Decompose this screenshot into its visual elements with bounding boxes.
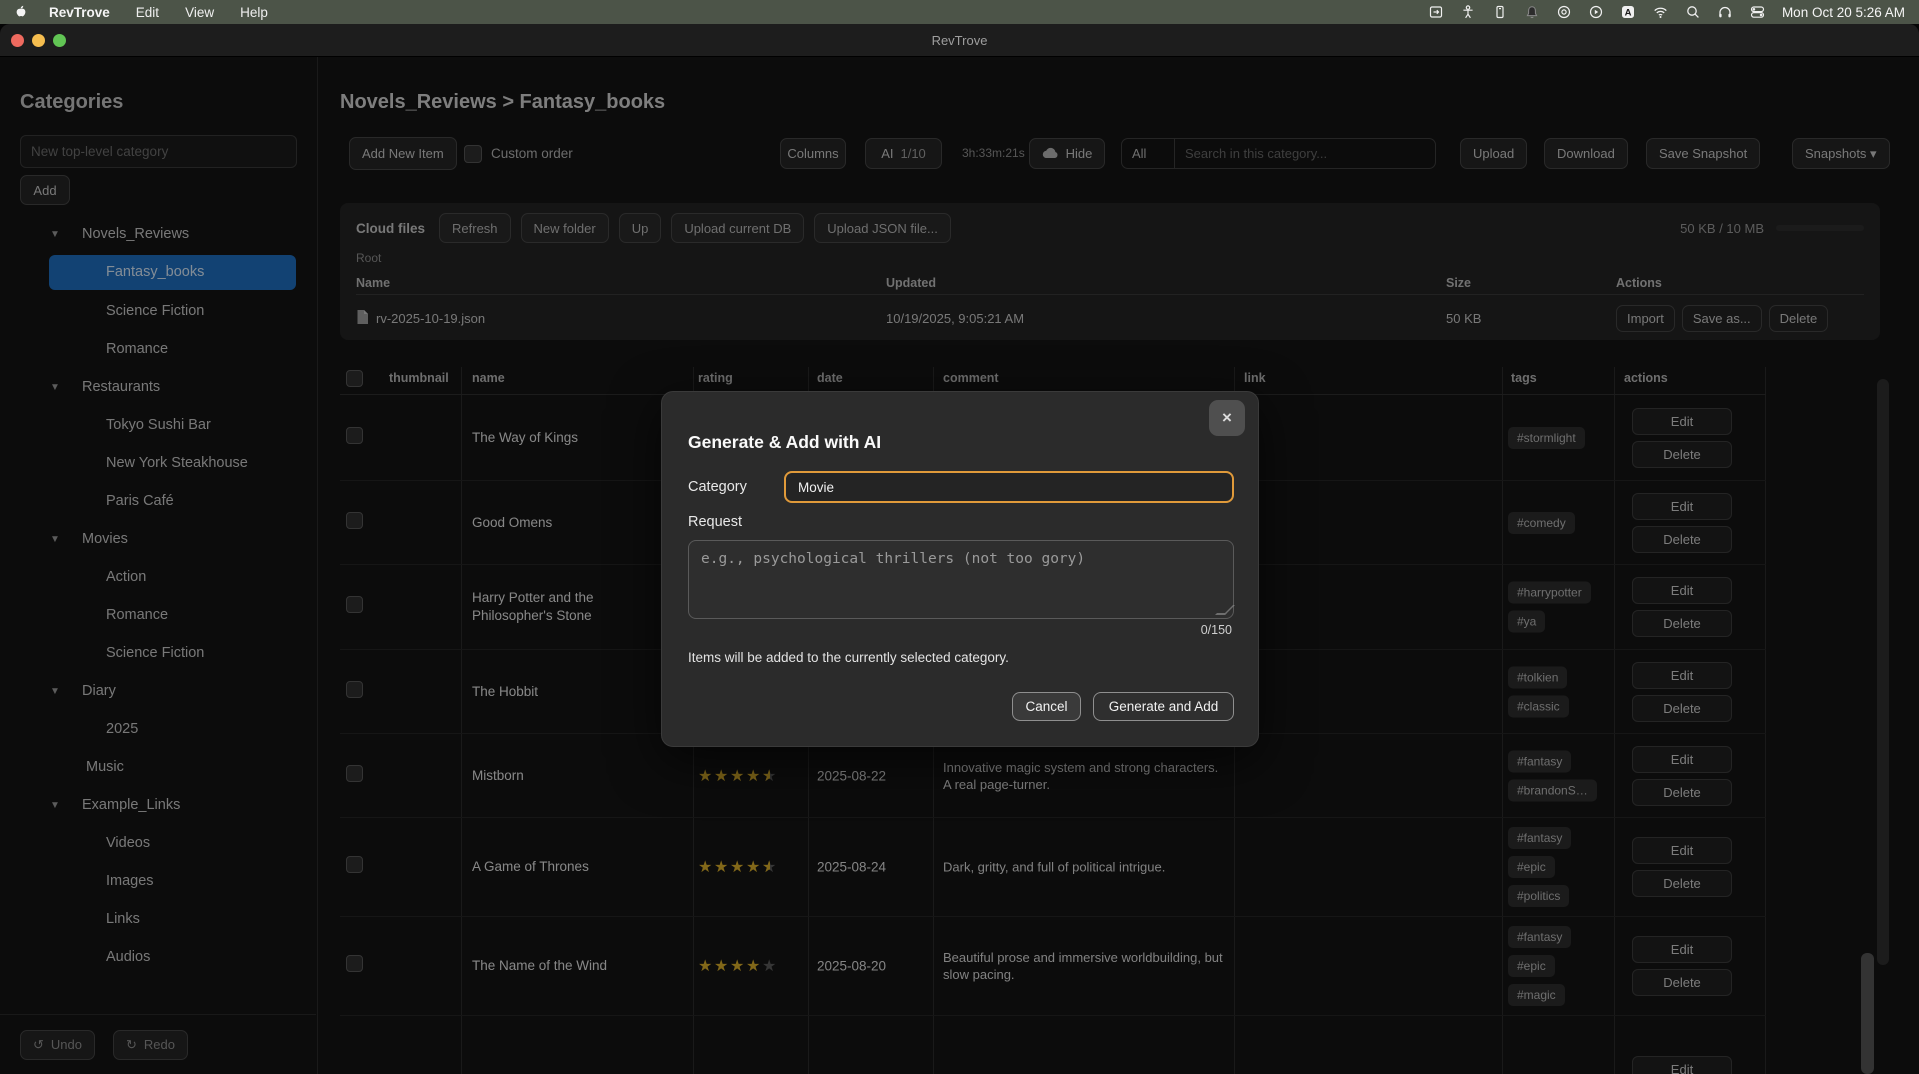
headphones-icon[interactable] (1717, 4, 1733, 20)
battery-icon[interactable] (1492, 4, 1508, 20)
spotlight-search-icon[interactable] (1685, 4, 1701, 20)
request-label: Request (688, 514, 742, 530)
display-mirroring-icon[interactable] (1428, 4, 1444, 20)
app-content: Categories Add ▼Novels_ReviewsFantasy_bo… (0, 57, 1919, 1074)
title-bar: RevTrove (0, 24, 1919, 57)
play-circle-icon[interactable] (1588, 4, 1604, 20)
menu-app-name[interactable]: RevTrove (49, 5, 110, 20)
keyboard-input-icon[interactable]: A (1620, 4, 1636, 20)
generate-and-add-button[interactable]: Generate and Add (1093, 692, 1234, 721)
svg-text:A: A (1625, 8, 1632, 19)
request-textarea[interactable] (688, 540, 1234, 619)
char-counter: 0/150 (1201, 623, 1232, 637)
category-input[interactable] (784, 471, 1234, 503)
menu-edit[interactable]: Edit (136, 5, 159, 20)
ai-generate-modal: × Generate & Add with AI Category Reques… (661, 391, 1259, 747)
window-title: RevTrove (0, 24, 1919, 57)
wifi-icon[interactable] (1652, 4, 1669, 20)
modal-note: Items will be added to the currently sel… (688, 650, 1009, 665)
modal-close-button[interactable]: × (1209, 400, 1245, 436)
menu-view[interactable]: View (185, 5, 214, 20)
category-label: Category (688, 479, 747, 495)
menu-clock[interactable]: Mon Oct 20 5:26 AM (1782, 5, 1905, 20)
menu-help[interactable]: Help (240, 5, 268, 20)
cancel-button[interactable]: Cancel (1012, 692, 1081, 721)
accessibility-icon[interactable] (1460, 4, 1476, 20)
control-center-icon[interactable] (1749, 4, 1766, 20)
record-circle-icon[interactable] (1556, 4, 1572, 20)
apple-menu-icon[interactable] (14, 4, 29, 20)
app-window: RevTrove Categories Add ▼Novels_ReviewsF… (0, 24, 1919, 1074)
notification-bell-icon[interactable] (1524, 4, 1540, 20)
screen: RevTrove Edit View Help A Mon Oct 20 5:2… (0, 0, 1919, 1074)
modal-title: Generate & Add with AI (688, 432, 881, 453)
menu-bar: RevTrove Edit View Help A Mon Oct 20 5:2… (0, 0, 1919, 24)
